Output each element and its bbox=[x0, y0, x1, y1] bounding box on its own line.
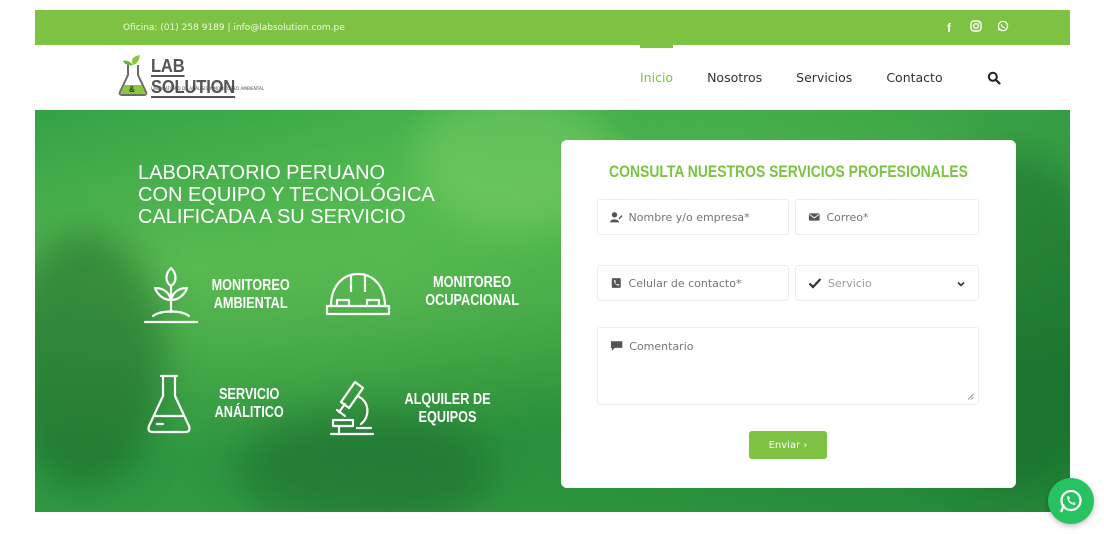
social-links: f bbox=[942, 10, 1010, 45]
chevron-down-icon bbox=[957, 281, 965, 287]
top-info-bar: Oficina: (01) 258 9189 | info@labsolutio… bbox=[35, 10, 1070, 45]
service-label: SERVICIO bbox=[218, 386, 280, 403]
service-label: ANÁLITICO bbox=[214, 404, 284, 421]
nav-item-contacto[interactable]: Contacto bbox=[886, 45, 942, 110]
email-field[interactable] bbox=[795, 199, 979, 235]
whatsapp-float-button[interactable] bbox=[1048, 478, 1094, 524]
comment-input[interactable] bbox=[629, 340, 978, 356]
hard-hat-icon bbox=[325, 272, 391, 316]
service-select-value: Servicio bbox=[828, 276, 872, 290]
form-title: CONSULTA NUESTROS SERVICIOS PROFESIONALE… bbox=[609, 162, 968, 181]
svg-text:&: & bbox=[129, 85, 135, 94]
service-monitoreo-ambiental: MONITOREO AMBIENTAL bbox=[141, 260, 298, 330]
search-icon[interactable] bbox=[987, 71, 1001, 85]
logo[interactable]: & LAB SOLUTION LABORATORIO DE ANÁLISIS Y… bbox=[118, 53, 264, 98]
service-label: EQUIPOS bbox=[418, 409, 477, 426]
facebook-icon[interactable]: f bbox=[942, 21, 956, 35]
plant-icon bbox=[143, 266, 199, 324]
microscope-icon bbox=[329, 380, 375, 436]
service-label: ALQUILER DE bbox=[404, 391, 491, 408]
logo-title: LAB SOLUTION bbox=[151, 56, 236, 97]
service-servicio-analitico: SERVICIO ANÁLITICO bbox=[145, 372, 291, 436]
comment-field[interactable] bbox=[597, 327, 979, 405]
whatsapp-icon[interactable] bbox=[996, 20, 1010, 35]
hero-title-line: CALIFICADA A SU SERVICIO bbox=[138, 206, 406, 228]
service-label: AMBIENTAL bbox=[213, 295, 288, 312]
envelope-icon bbox=[808, 213, 820, 221]
name-field[interactable] bbox=[597, 199, 789, 235]
main-nav: Inicio Nosotros Servicios Contacto bbox=[640, 45, 977, 110]
nav-item-inicio[interactable]: Inicio bbox=[640, 45, 674, 110]
service-select[interactable]: Servicio bbox=[795, 265, 979, 301]
whatsapp-icon bbox=[1060, 489, 1082, 513]
logo-flask-icon: & bbox=[118, 55, 148, 96]
nav-item-servicios[interactable]: Servicios bbox=[796, 45, 852, 110]
site-header: & LAB SOLUTION LABORATORIO DE ANÁLISIS Y… bbox=[35, 45, 1070, 110]
logo-subtitle: LABORATORIO DE ANÁLISIS Y MONITOREO AMBI… bbox=[151, 86, 265, 91]
nav-item-nosotros[interactable]: Nosotros bbox=[707, 45, 762, 110]
service-monitoreo-ocupacional: MONITOREO OCUPACIONAL bbox=[323, 262, 529, 322]
resize-handle-icon[interactable] bbox=[967, 393, 974, 400]
phone-icon bbox=[611, 278, 621, 288]
service-label: OCUPACIONAL bbox=[425, 292, 519, 309]
service-label: MONITOREO bbox=[211, 277, 290, 294]
service-label: MONITOREO bbox=[433, 274, 512, 291]
hero-title-line: CON EQUIPO Y TECNOLÓGICA bbox=[138, 184, 435, 206]
service-alquiler-equipos: ALQUILER DE EQUIPOS bbox=[327, 378, 500, 440]
hero-title: LABORATORIO PERUANO CON EQUIPO Y TECNOLÓ… bbox=[138, 162, 435, 228]
user-icon bbox=[610, 212, 623, 223]
phone-field[interactable] bbox=[597, 265, 789, 301]
phone-input[interactable] bbox=[628, 276, 788, 290]
flask-icon bbox=[147, 374, 191, 434]
contact-info: Oficina: (01) 258 9189 | info@labsolutio… bbox=[123, 22, 345, 33]
check-icon bbox=[808, 278, 822, 289]
submit-button[interactable]: Enviar › bbox=[749, 431, 827, 459]
email-input[interactable] bbox=[826, 210, 978, 224]
comment-icon bbox=[610, 341, 623, 351]
instagram-icon[interactable] bbox=[969, 20, 983, 35]
hero-title-line: LABORATORIO PERUANO bbox=[138, 162, 386, 184]
name-input[interactable] bbox=[628, 210, 788, 224]
